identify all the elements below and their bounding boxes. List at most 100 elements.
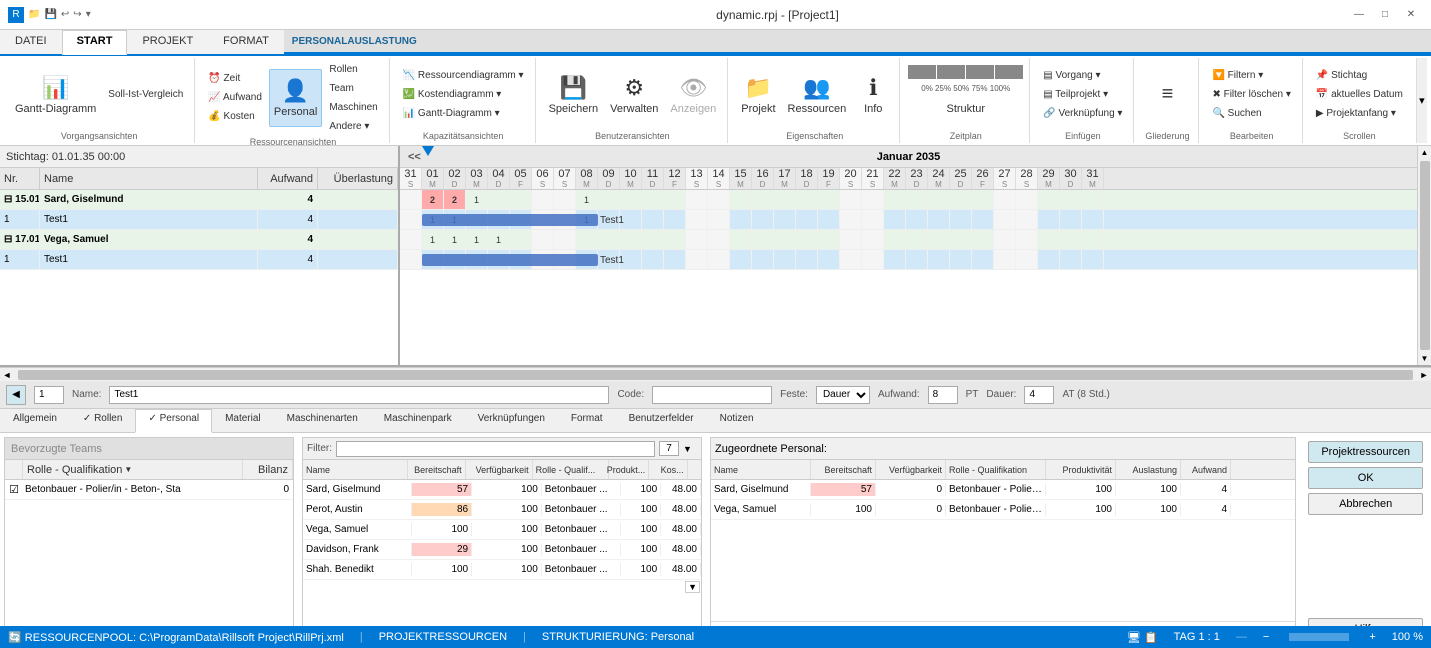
task-nav-btn[interactable]: ◀ — [6, 385, 26, 405]
btn-struktur[interactable]: Struktur — [908, 94, 1023, 124]
btn-verknuepfung[interactable]: 🔗 Verknüpfung ▾ — [1038, 105, 1127, 123]
pool-row-sard[interactable]: Sard, Giselmund 57 100 Betonbauer ... 10… — [303, 480, 701, 500]
code-input[interactable] — [652, 386, 772, 404]
btn-soll-ist[interactable]: Soll-Ist-Vergleich — [103, 86, 188, 104]
btn-anzeigen[interactable]: 👁 Anzeigen — [665, 66, 721, 124]
zoom-out-btn[interactable]: − — [1263, 631, 1269, 643]
btn-kosten[interactable]: 💰 Kosten — [203, 108, 267, 126]
tab-benutzerfelder[interactable]: Benutzerfelder — [616, 409, 707, 433]
btn-gantt-diagramm[interactable]: 📊 Gantt-Diagramm — [10, 66, 101, 124]
pool-col-rolle: Rolle - Qualif... — [533, 460, 610, 479]
pool-row-perot[interactable]: Perot, Austin 86 100 Betonbauer ... 100 … — [303, 500, 701, 520]
tab-verknuepfungen[interactable]: Verknüpfungen — [465, 409, 558, 433]
zoom-slider[interactable] — [1289, 633, 1349, 641]
btn-projektanfang[interactable]: ▶ Projektanfang ▾ — [1311, 105, 1408, 123]
btn-zeit[interactable]: ⏰ Zeit — [203, 70, 267, 88]
btn-kostendiagramm[interactable]: 💹 Kostendiagramm ▾ — [398, 86, 529, 104]
gantt-row-vega-test1[interactable]: 1 Test1 4 — [0, 250, 398, 270]
btn-filtern[interactable]: 🔽 Filtern ▾ — [1207, 67, 1295, 85]
tab-format[interactable]: FORMAT — [208, 30, 284, 55]
window-controls[interactable]: — □ ✕ — [1347, 5, 1423, 25]
assigned-row-sard[interactable]: Sard, Giselmund 57 0 Betonbauer - Polier… — [711, 480, 1295, 500]
filter-label: Filter: — [307, 443, 332, 454]
btn-vorgang[interactable]: ▤ Vorgang ▾ — [1038, 67, 1127, 85]
btn-projekt[interactable]: 📁 Projekt — [736, 66, 780, 124]
aufwand-input[interactable] — [928, 386, 958, 404]
tab-start[interactable]: START — [62, 30, 128, 55]
btn-gliederung[interactable]: ≡ — [1142, 66, 1192, 124]
gantt-row-sard-test1[interactable]: 1 Test1 4 — [0, 210, 398, 230]
tab-rollen[interactable]: ✓ Rollen — [70, 409, 136, 433]
btn-teilprojekt[interactable]: ▤ Teilprojekt ▾ — [1038, 86, 1127, 104]
btn-aufwand[interactable]: 📈 Aufwand — [203, 89, 267, 107]
detail-content: Bevorzugte Teams Rolle - Qualifikation ▼… — [0, 433, 1431, 648]
gantt-row-1701[interactable]: ⊟ 17.01 Vega, Samuel 4 — [0, 230, 398, 250]
minimize-btn[interactable]: — — [1347, 5, 1371, 25]
hscroll-thumb[interactable] — [18, 370, 1413, 380]
pool-scroll-down[interactable]: ▼ — [685, 581, 700, 593]
btn-gantt-detail[interactable]: 📊 Gantt-Diagramm ▾ — [398, 105, 529, 123]
code-label: Code: — [617, 389, 644, 400]
btn-aktuelles-datum[interactable]: 📅 aktuelles Datum — [1311, 86, 1408, 104]
group-label-scrollen: Scrollen — [1343, 129, 1376, 141]
teams-check[interactable]: ☑ — [5, 483, 23, 496]
tab-datei[interactable]: DATEI — [0, 30, 62, 55]
btn-maschinen[interactable]: Maschinen — [324, 98, 382, 116]
btn-projektressourcen[interactable]: Projektressourcen — [1308, 441, 1423, 463]
teams-row-betonbauer[interactable]: ☑ Betonbauer - Polier/in - Beton-, Sta 0 — [5, 480, 293, 500]
zoom-in-btn[interactable]: + — [1369, 631, 1375, 643]
btn-stichtag[interactable]: 📌 Stichtag — [1311, 67, 1408, 85]
btn-ressourcendiagramm[interactable]: 📉 Ressourcendiagramm ▾ — [398, 67, 529, 85]
day-cell-28: 28S — [1016, 168, 1038, 189]
btn-rollen[interactable]: Rollen — [324, 60, 382, 78]
close-btn[interactable]: ✕ — [1399, 5, 1423, 25]
btn-verwalten[interactable]: ⚙ Verwalten — [605, 66, 663, 124]
btn-team[interactable]: Team — [324, 79, 382, 97]
tab-material[interactable]: Material — [212, 409, 274, 433]
tab-allgemein[interactable]: Allgemein — [0, 409, 70, 433]
filter-dropdown-icon[interactable]: ▼ — [683, 444, 697, 454]
tab-projekt[interactable]: PROJEKT — [127, 30, 208, 55]
tab-notizen[interactable]: Notizen — [707, 409, 767, 433]
gantt-hscroll[interactable]: ◄ ► — [0, 367, 1431, 381]
pool-row-davidson[interactable]: Davidson, Frank 29 100 Betonbauer ... 10… — [303, 540, 701, 560]
teams-header-label: Bevorzugte Teams — [11, 443, 102, 455]
cell-nr: ⊟ 17.01 — [0, 230, 40, 249]
stichtag-bar: Stichtag: 01.01.35 00:00 — [0, 146, 398, 168]
pool-row-vega[interactable]: Vega, Samuel 100 100 Betonbauer ... 100 … — [303, 520, 701, 540]
scroll-down-btn[interactable]: ▼ — [1419, 352, 1431, 365]
hscroll-right-btn[interactable]: ► — [1417, 370, 1431, 380]
task-num-input[interactable] — [34, 386, 64, 404]
gantt-row-1501[interactable]: ⊟ 15.01 Sard, Giselmund 4 — [0, 190, 398, 210]
btn-filter-loeschen[interactable]: ✖ Filter löschen ▾ — [1207, 86, 1295, 104]
statusbar: 🔄 RESSOURCENPOOL: C:\ProgramData\Rillsof… — [0, 626, 1431, 648]
btn-ressourcen-btn[interactable]: 👥 Ressourcen — [783, 66, 852, 124]
tab-maschinenpark[interactable]: Maschinenpark — [371, 409, 465, 433]
btn-speichern[interactable]: 💾 Speichern — [544, 66, 604, 124]
btn-suchen[interactable]: 🔍 Suchen — [1207, 105, 1295, 123]
status-strukturierung: STRUKTURIERUNG: Personal — [542, 631, 694, 643]
stichtag-label: Stichtag: 01.01.35 00:00 — [6, 151, 125, 163]
btn-abbrechen[interactable]: Abbrechen — [1308, 493, 1423, 515]
feste-select[interactable]: Dauer — [816, 386, 870, 404]
assigned-row-vega[interactable]: Vega, Samuel 100 0 Betonbauer - Polier..… — [711, 500, 1295, 520]
dauer-input[interactable] — [1024, 386, 1054, 404]
sort-role-icon[interactable]: ▼ — [124, 465, 132, 474]
tab-maschinenarten[interactable]: Maschinenarten — [274, 409, 371, 433]
scroll-thumb[interactable] — [1420, 161, 1430, 350]
btn-ok[interactable]: OK — [1308, 467, 1423, 489]
tab-format[interactable]: Format — [558, 409, 616, 433]
tab-personal[interactable]: ✓ Personal — [135, 409, 212, 433]
scroll-up-btn[interactable]: ▲ — [1419, 146, 1431, 159]
btn-personal[interactable]: 👤 Personal — [269, 69, 322, 127]
ribbon-scroll-right[interactable]: ▾ — [1416, 58, 1427, 143]
hscroll-left-btn[interactable]: ◄ — [0, 370, 14, 380]
filter-input[interactable] — [336, 441, 655, 457]
pool-row-shah[interactable]: Shah. Benedikt 100 100 Betonbauer ... 10… — [303, 560, 701, 580]
btn-info[interactable]: ℹ Info — [853, 66, 893, 124]
task-name-input[interactable] — [109, 386, 609, 404]
btn-andere[interactable]: Andere ▾ — [324, 117, 382, 135]
day-cell-12: 12F — [664, 168, 686, 189]
gantt-vscroll[interactable]: ▲ ▼ — [1417, 146, 1431, 365]
maximize-btn[interactable]: □ — [1373, 5, 1397, 25]
